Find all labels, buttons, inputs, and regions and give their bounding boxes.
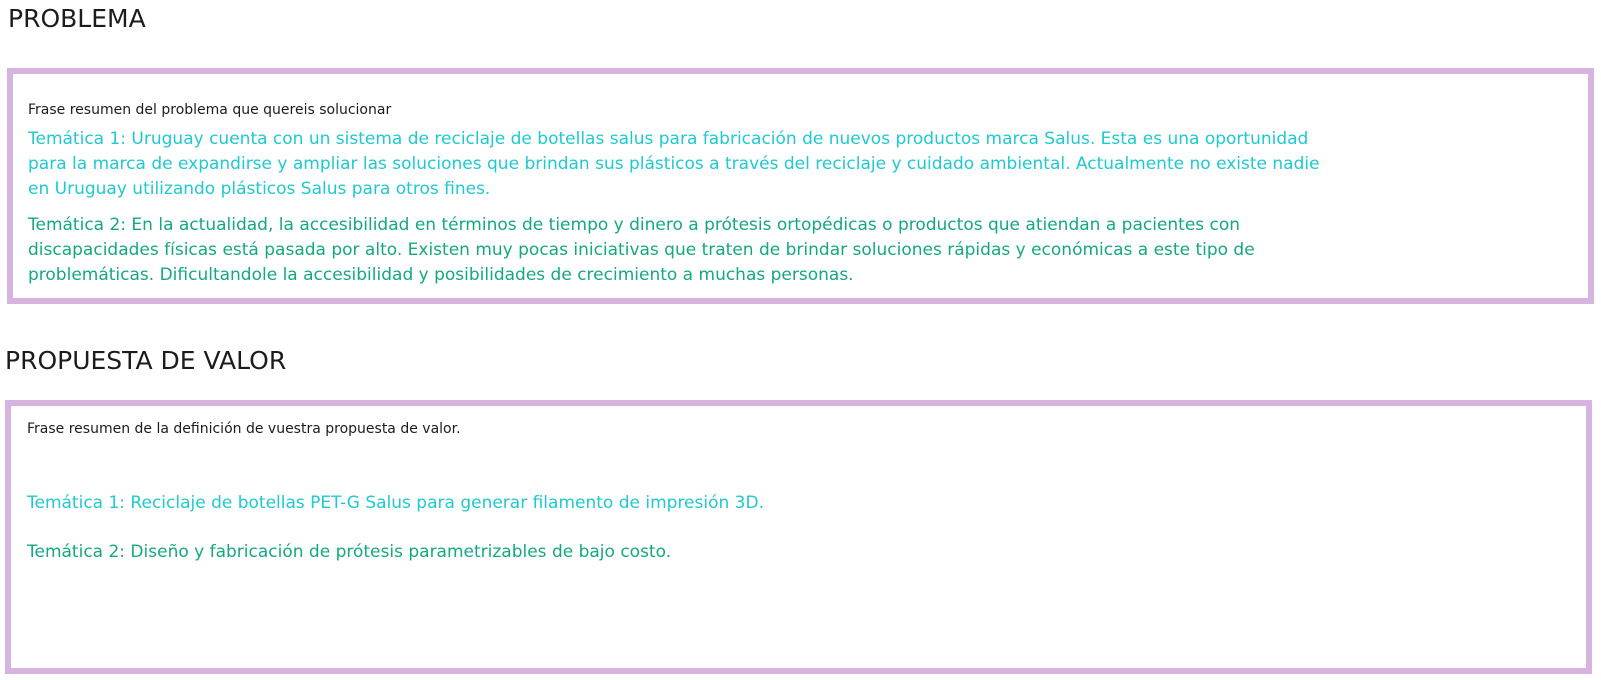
problema-box: Frase resumen del problema que quereis s… — [7, 68, 1594, 304]
section-title-propuesta-de-valor: PROPUESTA DE VALOR — [5, 346, 287, 375]
propuesta-tematica-2: Temática 2: Diseño y fabricación de prót… — [27, 542, 672, 562]
propuesta-box: Frase resumen de la definición de vuestr… — [5, 400, 1592, 674]
section-title-problema: PROBLEMA — [8, 4, 146, 33]
propuesta-tematica-1: Temática 1: Reciclaje de botellas PET-G … — [27, 493, 764, 513]
problema-tematica-2: Temática 2: En la actualidad, la accesib… — [28, 215, 1255, 285]
problema-subtitle: Frase resumen del problema que quereis s… — [28, 102, 392, 118]
propuesta-subtitle: Frase resumen de la definición de vuestr… — [27, 421, 461, 437]
problema-tematica-1: Temática 1: Uruguay cuenta con un sistem… — [28, 129, 1320, 199]
